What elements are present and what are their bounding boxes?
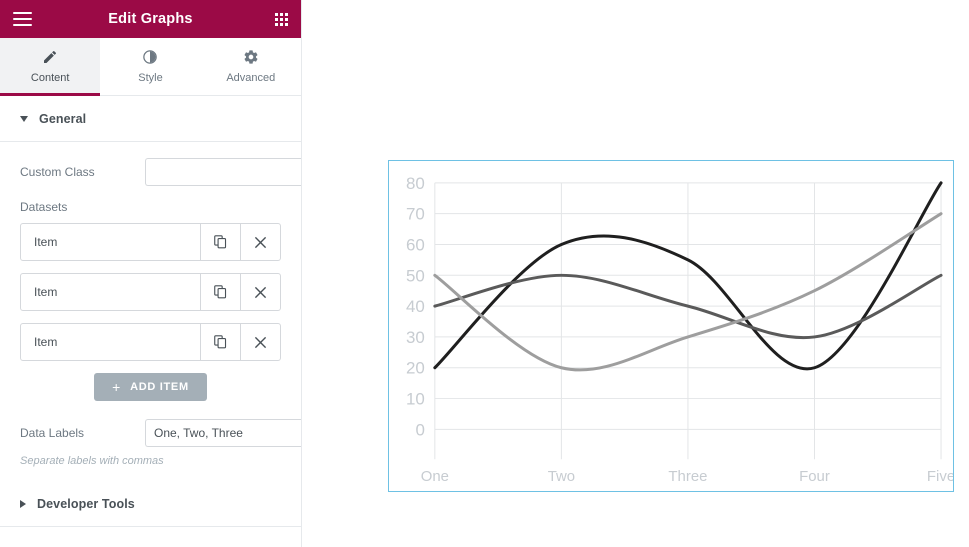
- close-x-glyph: [254, 286, 267, 298]
- plus-icon: +: [112, 379, 122, 395]
- panel-tabs: Content Style Advanced: [0, 38, 301, 96]
- x-tick-label: Five: [927, 468, 953, 485]
- close-x-icon[interactable]: [240, 224, 280, 260]
- custom-class-label: Custom Class: [20, 165, 95, 179]
- copy-glyph: [214, 285, 227, 299]
- panel-title: Edit Graphs: [108, 11, 193, 27]
- contrast-icon: [143, 50, 158, 64]
- data-labels-row: Data Labels: [20, 419, 301, 447]
- chevron-right-icon: [20, 499, 26, 508]
- data-labels-field: [145, 419, 301, 447]
- x-tick-label: Two: [548, 468, 575, 485]
- section-header-developer-tools[interactable]: Developer Tools: [0, 481, 301, 527]
- pencil-icon: [44, 50, 57, 63]
- app-root: Edit Graphs Content Style Advanced Gener…: [0, 0, 969, 547]
- custom-class-input[interactable]: [145, 158, 301, 186]
- add-item-wrapper: + ADD ITEM: [20, 373, 281, 401]
- add-item-button[interactable]: + ADD ITEM: [94, 373, 207, 401]
- y-tick-label: 80: [406, 174, 425, 193]
- chevron-down-icon: [20, 115, 28, 122]
- copy-glyph: [214, 235, 227, 249]
- data-labels-input[interactable]: [145, 419, 301, 447]
- custom-class-field: [145, 158, 301, 186]
- graph-widget[interactable]: 80 70 60 50 40 30 20 10 0 One Two Three Four Five: [388, 160, 954, 492]
- section-title-developer-tools: Developer Tools: [37, 496, 135, 511]
- section-header-general[interactable]: General: [0, 96, 301, 142]
- y-tick-label: 20: [406, 359, 425, 378]
- y-tick-label: 10: [406, 390, 425, 409]
- dataset-item-title[interactable]: Item: [21, 324, 200, 360]
- section-body-general: Custom Class Datasets Item Item Item + A…: [0, 142, 301, 481]
- editor-panel: Edit Graphs Content Style Advanced Gener…: [0, 0, 302, 547]
- x-tick-label: Three: [668, 468, 707, 485]
- tab-content[interactable]: Content: [0, 38, 101, 96]
- y-tick-label: 30: [406, 328, 425, 347]
- grid-apps-icon[interactable]: [275, 12, 288, 26]
- dataset-item-1[interactable]: Item: [20, 223, 281, 261]
- close-x-glyph: [254, 236, 267, 248]
- y-tick-label: 0: [415, 420, 424, 439]
- editor-canvas: 80 70 60 50 40 30 20 10 0 One Two Three Four Five: [302, 0, 969, 547]
- data-labels-label: Data Labels: [20, 426, 85, 440]
- copy-icon[interactable]: [200, 324, 240, 360]
- line-chart: 80 70 60 50 40 30 20 10 0 One Two Three Four Five: [406, 174, 953, 485]
- y-tick-label: 60: [406, 235, 425, 254]
- y-tick-label: 40: [406, 297, 425, 316]
- dataset-item-2[interactable]: Item: [20, 273, 281, 311]
- data-labels-hint: Separate labels with commas: [20, 455, 164, 467]
- copy-icon[interactable]: [200, 274, 240, 310]
- tab-style[interactable]: Style: [100, 38, 201, 95]
- add-item-label: ADD ITEM: [130, 381, 189, 393]
- close-x-glyph: [254, 336, 267, 348]
- x-tick-label: One: [421, 468, 449, 485]
- chart-x-axis-labels: One Two Three Four Five: [421, 468, 953, 485]
- tab-style-label: Style: [138, 72, 163, 84]
- panel-header: Edit Graphs: [0, 0, 301, 38]
- dataset-item-title[interactable]: Item: [21, 224, 200, 260]
- close-x-icon[interactable]: [240, 324, 280, 360]
- tab-advanced-label: Advanced: [226, 72, 276, 84]
- y-tick-label: 50: [406, 266, 425, 285]
- dataset-item-3[interactable]: Item: [20, 323, 281, 361]
- section-title-general: General: [39, 111, 87, 126]
- copy-glyph: [214, 335, 227, 349]
- chart-gridlines: [434, 182, 942, 460]
- hamburger-menu-icon[interactable]: [13, 12, 32, 26]
- tab-advanced[interactable]: Advanced: [200, 38, 301, 95]
- y-tick-label: 70: [406, 205, 425, 224]
- close-x-icon[interactable]: [240, 274, 280, 310]
- datasets-label: Datasets: [20, 200, 68, 214]
- chart-y-axis-labels: 80 70 60 50 40 30 20 10 0: [406, 174, 425, 439]
- custom-class-row: Custom Class: [20, 158, 301, 186]
- copy-icon[interactable]: [200, 224, 240, 260]
- gear-icon: [244, 50, 258, 64]
- x-tick-label: Four: [799, 468, 830, 485]
- tab-content-label: Content: [30, 72, 70, 84]
- dataset-item-title[interactable]: Item: [21, 274, 200, 310]
